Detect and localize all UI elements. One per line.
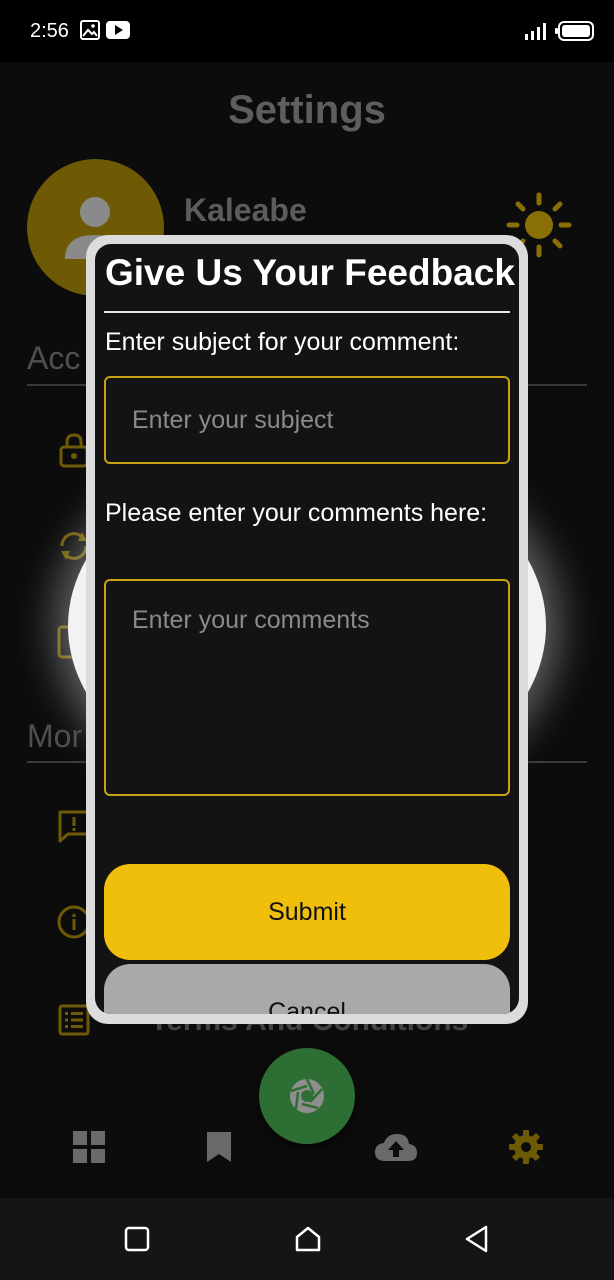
- comments-textarea[interactable]: Enter your comments: [104, 579, 510, 796]
- recents-icon[interactable]: [124, 1226, 150, 1252]
- page-title: Settings: [228, 88, 386, 132]
- signal-icon: [525, 23, 546, 40]
- cloud-upload-icon[interactable]: [374, 1132, 418, 1162]
- dialog-title: Give Us Your Feedback: [105, 252, 515, 293]
- title-divider: [104, 311, 510, 313]
- feedback-dialog-content: Give Us Your Feedback Enter subject for …: [95, 244, 519, 1014]
- cancel-button[interactable]: Cancel: [104, 964, 510, 1014]
- subject-label: Enter subject for your comment:: [105, 328, 460, 356]
- youtube-icon: [106, 21, 130, 39]
- profile-name: Kaleabe: [184, 192, 307, 228]
- section-more-label: Mor: [27, 718, 83, 754]
- subject-input[interactable]: Enter your subject: [104, 376, 510, 464]
- section-account-label: Acc: [27, 340, 81, 376]
- camera-fab-button[interactable]: [259, 1048, 355, 1144]
- status-bar: 2:56: [0, 0, 614, 62]
- dashboard-icon[interactable]: [73, 1131, 105, 1163]
- home-icon[interactable]: [294, 1225, 322, 1253]
- feedback-dialog: Give Us Your Feedback Enter subject for …: [86, 235, 528, 1024]
- aperture-icon: [290, 1078, 324, 1113]
- submit-button[interactable]: Submit: [104, 864, 510, 960]
- image-icon: [80, 20, 100, 40]
- status-time: 2:56: [30, 20, 69, 42]
- gear-icon[interactable]: [508, 1129, 544, 1165]
- comments-label: Please enter your comments here:: [105, 499, 488, 527]
- bookmark-icon[interactable]: [205, 1130, 233, 1164]
- battery-icon: [555, 21, 594, 41]
- back-icon[interactable]: [464, 1225, 490, 1253]
- system-navigation-bar: [0, 1198, 614, 1280]
